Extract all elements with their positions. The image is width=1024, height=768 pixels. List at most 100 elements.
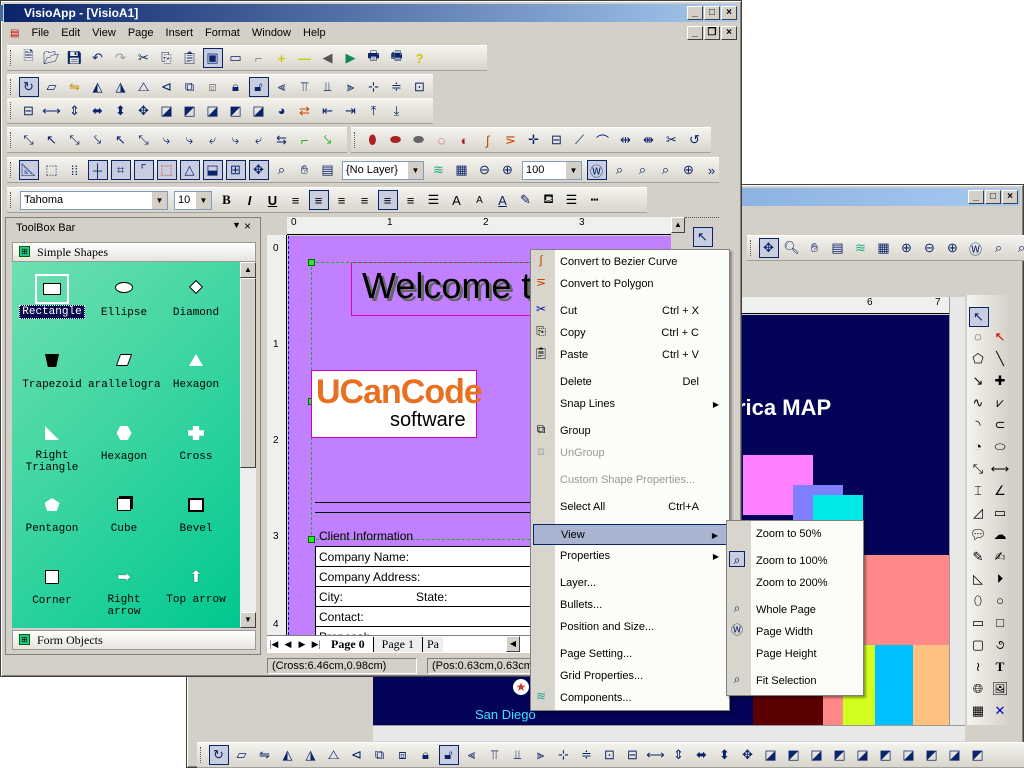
menu-item-convert-bezier[interactable]: ∫ Convert to Bezier Curve	[539, 252, 727, 273]
order-icon[interactable]: ◪	[249, 101, 269, 121]
ucancode-logo[interactable]: UCanCode software	[311, 370, 483, 438]
section-header-form-objects[interactable]: ⊞ Form Objects	[12, 630, 256, 650]
link-icon[interactable]: ⤡	[19, 130, 39, 150]
dimension-icon[interactable]: ⤡	[967, 461, 989, 483]
map-hscrollbar[interactable]	[373, 725, 965, 741]
center-v-icon[interactable]: ≑	[387, 77, 407, 97]
layers-icon[interactable]: ≋	[429, 160, 449, 180]
new-document-icon[interactable]: 🗎︎	[19, 48, 39, 68]
order3-icon[interactable]: ◪	[899, 745, 919, 765]
center-box2-icon[interactable]: ⊟	[19, 101, 39, 121]
v-dimension-icon[interactable]: ⌶	[967, 483, 989, 505]
scroll-up-button[interactable]: ▲	[240, 262, 256, 278]
zoom-in-icon[interactable]: ⊕	[897, 238, 917, 258]
grow-font-icon[interactable]: A	[447, 190, 467, 210]
order5-icon[interactable]: ◪	[945, 745, 965, 765]
toolbox-close-icon[interactable]: ×	[244, 219, 251, 233]
layer-select[interactable]: {No Layer} ▼	[342, 160, 424, 180]
menu-item-cut[interactable]: ✂ Cut Ctrl + X	[536, 301, 727, 322]
polyline-icon[interactable]: ⩗	[989, 395, 1011, 417]
same-size-icon[interactable]: ✥	[738, 745, 758, 765]
shape-icon[interactable]: ◺	[967, 571, 989, 593]
rotate-select-icon[interactable]: ◌	[967, 329, 989, 351]
freehand-close-icon[interactable]: ✍︎	[989, 549, 1011, 571]
fit-selection-icon[interactable]: ⌕	[989, 238, 1009, 258]
intersect-icon[interactable]: ⬬	[409, 130, 429, 150]
shape-trapezoid[interactable]: Trapezoid	[16, 354, 88, 391]
align-right-icon[interactable]: ⫸	[531, 745, 551, 765]
open-folder-icon[interactable]: 📂︎	[42, 48, 62, 68]
zoom-area-icon[interactable]: ⊕	[943, 238, 963, 258]
shape-diamond[interactable]: Diamond	[160, 279, 232, 319]
add-point-icon[interactable]: ↖	[989, 329, 1011, 351]
zoom-tool-icon[interactable]: ⌕	[272, 160, 292, 180]
canvas-vscroll-up[interactable]: ▲	[671, 217, 685, 233]
link-start-icon[interactable]: ↖	[111, 130, 131, 150]
link-arrow-icon[interactable]: ↖	[42, 130, 62, 150]
menu-item-whole-page[interactable]: ⌕ Whole Page	[734, 600, 861, 621]
shape-cube[interactable]: Cube	[88, 498, 160, 535]
mirror-icon[interactable]: ◭	[278, 745, 298, 765]
callout-icon[interactable]: ◿	[967, 505, 989, 527]
image-icon[interactable]: 🖼︎	[989, 681, 1011, 703]
whole-page-icon[interactable]: ⌕	[610, 160, 630, 180]
menu-item-page-width[interactable]: Ⓦ Page Width	[731, 622, 861, 643]
link-poly-icon[interactable]: ⌐	[295, 130, 315, 150]
order-circle-icon[interactable]: ◕	[272, 101, 292, 121]
flip-h-icon[interactable]: ⧍	[324, 745, 344, 765]
close-button[interactable]: ×	[1002, 190, 1018, 204]
menu-item-snap-lines[interactable]: Snap Lines ▶	[555, 394, 727, 415]
prev-page-icon[interactable]: ◀	[281, 639, 295, 650]
font-color-icon[interactable]: A	[493, 190, 513, 210]
unlock-icon[interactable]: 🔓︎	[248, 77, 269, 97]
pan-hand-icon[interactable]: ✋︎	[805, 238, 825, 258]
rotate-icon[interactable]: ↻	[208, 745, 229, 765]
shape-corner[interactable]: Corner	[16, 570, 88, 607]
menu-file[interactable]: File	[25, 27, 55, 39]
rect-tool-icon[interactable]: ▭	[967, 615, 989, 637]
menu-item-view[interactable]: View ▶	[533, 524, 727, 545]
design-mode-icon[interactable]: 📐︎	[18, 160, 39, 180]
snap-shape-icon[interactable]: ⌜	[133, 160, 154, 180]
layer-edit-icon[interactable]: ▦	[874, 238, 894, 258]
pointer-tool-icon[interactable]: ↖	[692, 227, 713, 247]
align-top-icon[interactable]: ⫪	[485, 745, 505, 765]
whole-page-icon[interactable]: ⌕	[1012, 238, 1024, 258]
align-right-icon[interactable]: ⫸	[341, 77, 361, 97]
arc-tool-icon[interactable]: ◝	[967, 417, 989, 439]
shape-ellipse[interactable]: Ellipse	[88, 282, 160, 319]
layer-edit-icon[interactable]: ▦	[452, 160, 472, 180]
menu-item-bullets[interactable]: Bullets...	[555, 595, 727, 616]
chevron-shape-icon[interactable]: ⏵	[989, 571, 1011, 593]
explorer-icon[interactable]: ▣	[202, 48, 223, 68]
chevron-down-icon[interactable]: ▼	[152, 191, 167, 209]
close-button[interactable]: ×	[721, 6, 737, 20]
flip-icon[interactable]: ⇋	[255, 745, 275, 765]
align-left-icon[interactable]: ⫷	[272, 77, 292, 97]
bold-icon[interactable]: B	[217, 190, 237, 210]
redo-icon[interactable]: ↷	[111, 48, 131, 68]
join-icon[interactable]: ⇼	[639, 130, 659, 150]
menu-item-page-setting[interactable]: Page Setting...	[555, 644, 727, 665]
maximize-button[interactable]: □	[704, 6, 720, 20]
fit-selection-icon[interactable]: ⌕	[633, 160, 653, 180]
ruler-icon[interactable]: ⌐	[249, 48, 269, 68]
group-icon[interactable]: ⧉	[370, 745, 390, 765]
shrink-font-icon[interactable]: A	[470, 190, 490, 210]
space-v-icon[interactable]: ⇕	[669, 745, 689, 765]
freehand-icon[interactable]: ✎	[967, 549, 989, 571]
polygon-tool-icon[interactable]: ⬠	[967, 351, 989, 373]
center-h-icon[interactable]: ⊹	[364, 77, 384, 97]
print-preview-icon[interactable]: 🖷︎	[387, 48, 407, 68]
page-width-icon[interactable]: Ⓦ	[586, 160, 607, 180]
menu-item-paste[interactable]: 📋︎ Paste Ctrl + V	[533, 345, 727, 366]
snap-vertex-icon[interactable]: △	[179, 160, 200, 180]
menu-item-zoom-50[interactable]: Zoom to 50%	[751, 524, 861, 545]
page-width-icon[interactable]: Ⓦ	[966, 238, 986, 258]
save-icon[interactable]: 💾︎	[65, 48, 85, 68]
cut-icon[interactable]: ✂	[134, 48, 154, 68]
italic-icon[interactable]: I	[240, 190, 260, 210]
same-size-icon[interactable]: ✥	[134, 101, 154, 121]
align-right-text-icon[interactable]: ≡	[332, 190, 352, 210]
menu-item-page-height[interactable]: Page Height	[751, 644, 861, 665]
